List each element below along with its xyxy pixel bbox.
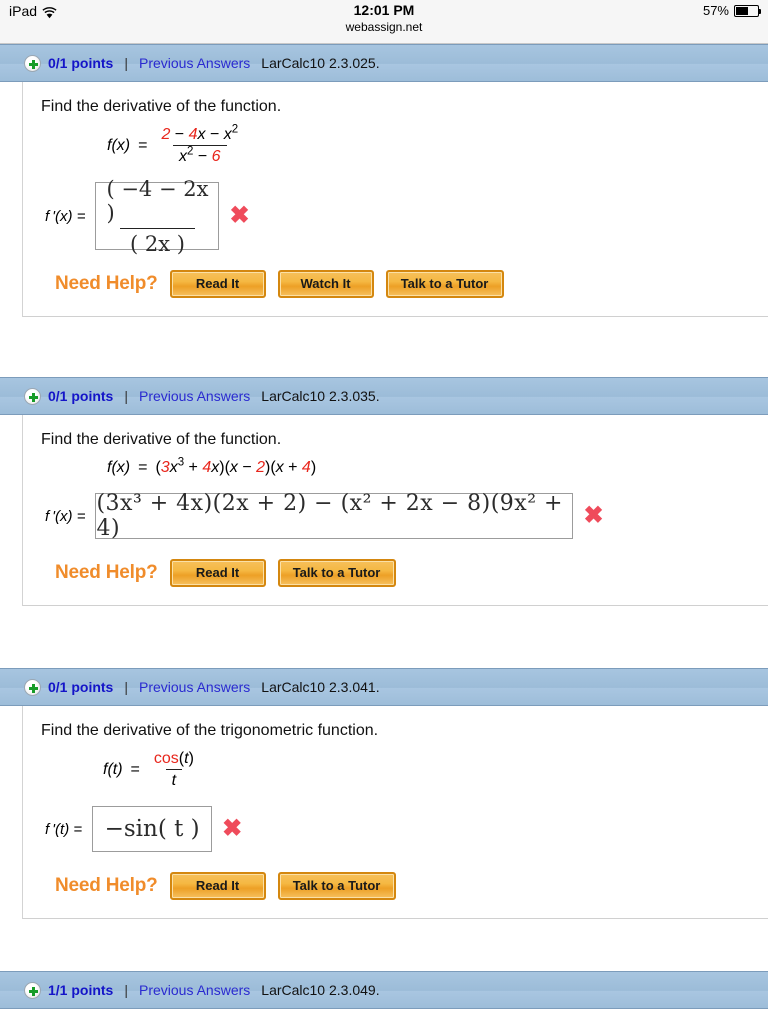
header-divider: | bbox=[124, 982, 128, 998]
answer-fraction: ( −4 − 2x ) ( 2x ) bbox=[96, 175, 218, 258]
question-header: 0/1 points | Previous Answers LarCalc10 … bbox=[0, 44, 768, 82]
question-prompt: Find the derivative of the trigonometric… bbox=[41, 722, 379, 739]
fraction-denominator: t bbox=[165, 769, 183, 790]
battery-percent-label: 57% bbox=[702, 3, 729, 18]
card-spacer bbox=[0, 606, 768, 668]
previous-answers-link[interactable]: Previous Answers bbox=[139, 679, 250, 695]
points-label: 0/1 points bbox=[48, 388, 114, 404]
plus-circle-icon[interactable] bbox=[24, 54, 41, 72]
given-expression: (3x3 + 4x)(x − 2)(x + 4) bbox=[155, 456, 317, 476]
question-card: 0/1 points | Previous Answers LarCalc10 … bbox=[0, 668, 768, 919]
equals-sign: = bbox=[138, 137, 148, 154]
read-it-button[interactable]: Read It bbox=[169, 270, 266, 298]
plus-circle-icon[interactable] bbox=[24, 387, 41, 405]
need-help-label: Need Help? bbox=[55, 875, 158, 896]
status-bar-right: 57% bbox=[702, 3, 761, 18]
fraction-denominator: x2 − 6 bbox=[173, 145, 227, 166]
watch-it-button[interactable]: Watch It bbox=[277, 270, 374, 298]
answer-input-3[interactable]: −sin( t ) bbox=[92, 806, 213, 852]
fraction-numerator: cos(t) bbox=[153, 750, 194, 767]
points-label: 0/1 points bbox=[48, 55, 114, 71]
x-mark-icon: ✖ bbox=[222, 815, 243, 842]
talk-to-a-tutor-button[interactable]: Talk to a Tutor bbox=[385, 270, 504, 298]
answer-row: f '(x) = (3x³ + 4x)(2x + 2) − (x² + 2x −… bbox=[45, 491, 768, 541]
answer-numerator: ( −4 − 2x ) bbox=[106, 176, 209, 225]
status-bar-center: 12:01 PM webassign.net bbox=[0, 2, 768, 34]
previous-answers-link[interactable]: Previous Answers bbox=[139, 982, 250, 998]
x-mark-icon: ✖ bbox=[229, 202, 250, 229]
answer-label: f '(t) = bbox=[45, 820, 83, 838]
function-lhs: f(t) bbox=[103, 761, 123, 778]
question-reference: LarCalc10 2.3.049. bbox=[261, 982, 380, 998]
answer-row: f '(t) = −sin( t ) ✖ bbox=[45, 806, 768, 852]
question-header: 1/1 points | Previous Answers LarCalc10 … bbox=[0, 971, 768, 1009]
points-label: 1/1 points bbox=[48, 982, 114, 998]
question-prompt: Find the derivative of the function. bbox=[41, 431, 282, 448]
equals-sign: = bbox=[130, 761, 140, 778]
answer-input-1[interactable]: ( −4 − 2x ) ( 2x ) bbox=[95, 177, 220, 256]
given-fraction: cos(t) t bbox=[148, 750, 200, 790]
header-divider: | bbox=[124, 55, 128, 71]
card-spacer bbox=[0, 317, 768, 377]
question-body: Find the derivative of the function. f(x… bbox=[22, 415, 768, 606]
given-fraction: 2 − 4x − x2 x2 − 6 bbox=[155, 123, 244, 166]
answer-row: f '(x) = ( −4 − 2x ) ( 2x ) ✖ bbox=[45, 177, 768, 256]
previous-answers-link[interactable]: Previous Answers bbox=[139, 55, 250, 71]
plus-circle-icon[interactable] bbox=[24, 981, 41, 999]
need-help-row: Need Help? Read It Talk to a Tutor bbox=[55, 872, 768, 900]
given-function: f(x) = (3x3 + 4x)(x − 2)(x + 4) bbox=[107, 456, 768, 477]
header-divider: | bbox=[124, 388, 128, 404]
plus-circle-icon[interactable] bbox=[24, 678, 41, 696]
question-reference: LarCalc10 2.3.035. bbox=[261, 388, 380, 404]
answer-denominator: ( 2x ) bbox=[119, 227, 195, 258]
points-label: 0/1 points bbox=[48, 679, 114, 695]
card-spacer bbox=[0, 919, 768, 971]
previous-answers-link[interactable]: Previous Answers bbox=[139, 388, 250, 404]
need-help-row: Need Help? Read It Watch It Talk to a Tu… bbox=[55, 270, 768, 298]
ios-status-bar: iPad 12:01 PM webassign.net 57% bbox=[0, 0, 768, 44]
function-lhs: f(x) bbox=[107, 137, 131, 154]
given-function: f(t) = cos(t) t bbox=[103, 750, 768, 790]
question-prompt: Find the derivative of the function. bbox=[41, 98, 282, 115]
question-card: 0/1 points | Previous Answers LarCalc10 … bbox=[0, 44, 768, 317]
read-it-button[interactable]: Read It bbox=[169, 872, 266, 900]
talk-to-a-tutor-button[interactable]: Talk to a Tutor bbox=[277, 559, 396, 587]
need-help-label: Need Help? bbox=[55, 562, 158, 583]
read-it-button[interactable]: Read It bbox=[169, 559, 266, 587]
equals-sign: = bbox=[138, 459, 148, 476]
talk-to-a-tutor-button[interactable]: Talk to a Tutor bbox=[277, 872, 396, 900]
x-mark-icon: ✖ bbox=[583, 502, 604, 529]
question-reference: LarCalc10 2.3.041. bbox=[261, 679, 380, 695]
question-reference: LarCalc10 2.3.025. bbox=[261, 55, 380, 71]
question-header: 0/1 points | Previous Answers LarCalc10 … bbox=[0, 668, 768, 706]
need-help-label: Need Help? bbox=[55, 273, 158, 294]
given-function: f(x) = 2 − 4x − x2 x2 − 6 bbox=[107, 123, 768, 166]
question-header: 0/1 points | Previous Answers LarCalc10 … bbox=[0, 377, 768, 415]
clock: 12:01 PM bbox=[353, 2, 415, 18]
function-lhs: f(x) bbox=[107, 459, 131, 476]
header-divider: | bbox=[124, 679, 128, 695]
answer-input-2[interactable]: (3x³ + 4x)(2x + 2) − (x² + 2x − 8)(9x² +… bbox=[95, 491, 574, 541]
fraction-numerator: 2 − 4x − x2 bbox=[161, 123, 239, 143]
page-url: webassign.net bbox=[345, 20, 423, 34]
answer-label: f '(x) = bbox=[45, 207, 86, 225]
question-card: 0/1 points | Previous Answers LarCalc10 … bbox=[0, 377, 768, 606]
battery-icon bbox=[734, 4, 761, 17]
question-body: Find the derivative of the function. f(x… bbox=[22, 82, 768, 317]
question-body: Find the derivative of the trigonometric… bbox=[22, 706, 768, 919]
need-help-row: Need Help? Read It Talk to a Tutor bbox=[55, 559, 768, 587]
answer-label: f '(x) = bbox=[45, 507, 86, 525]
question-card: 1/1 points | Previous Answers LarCalc10 … bbox=[0, 971, 768, 1009]
